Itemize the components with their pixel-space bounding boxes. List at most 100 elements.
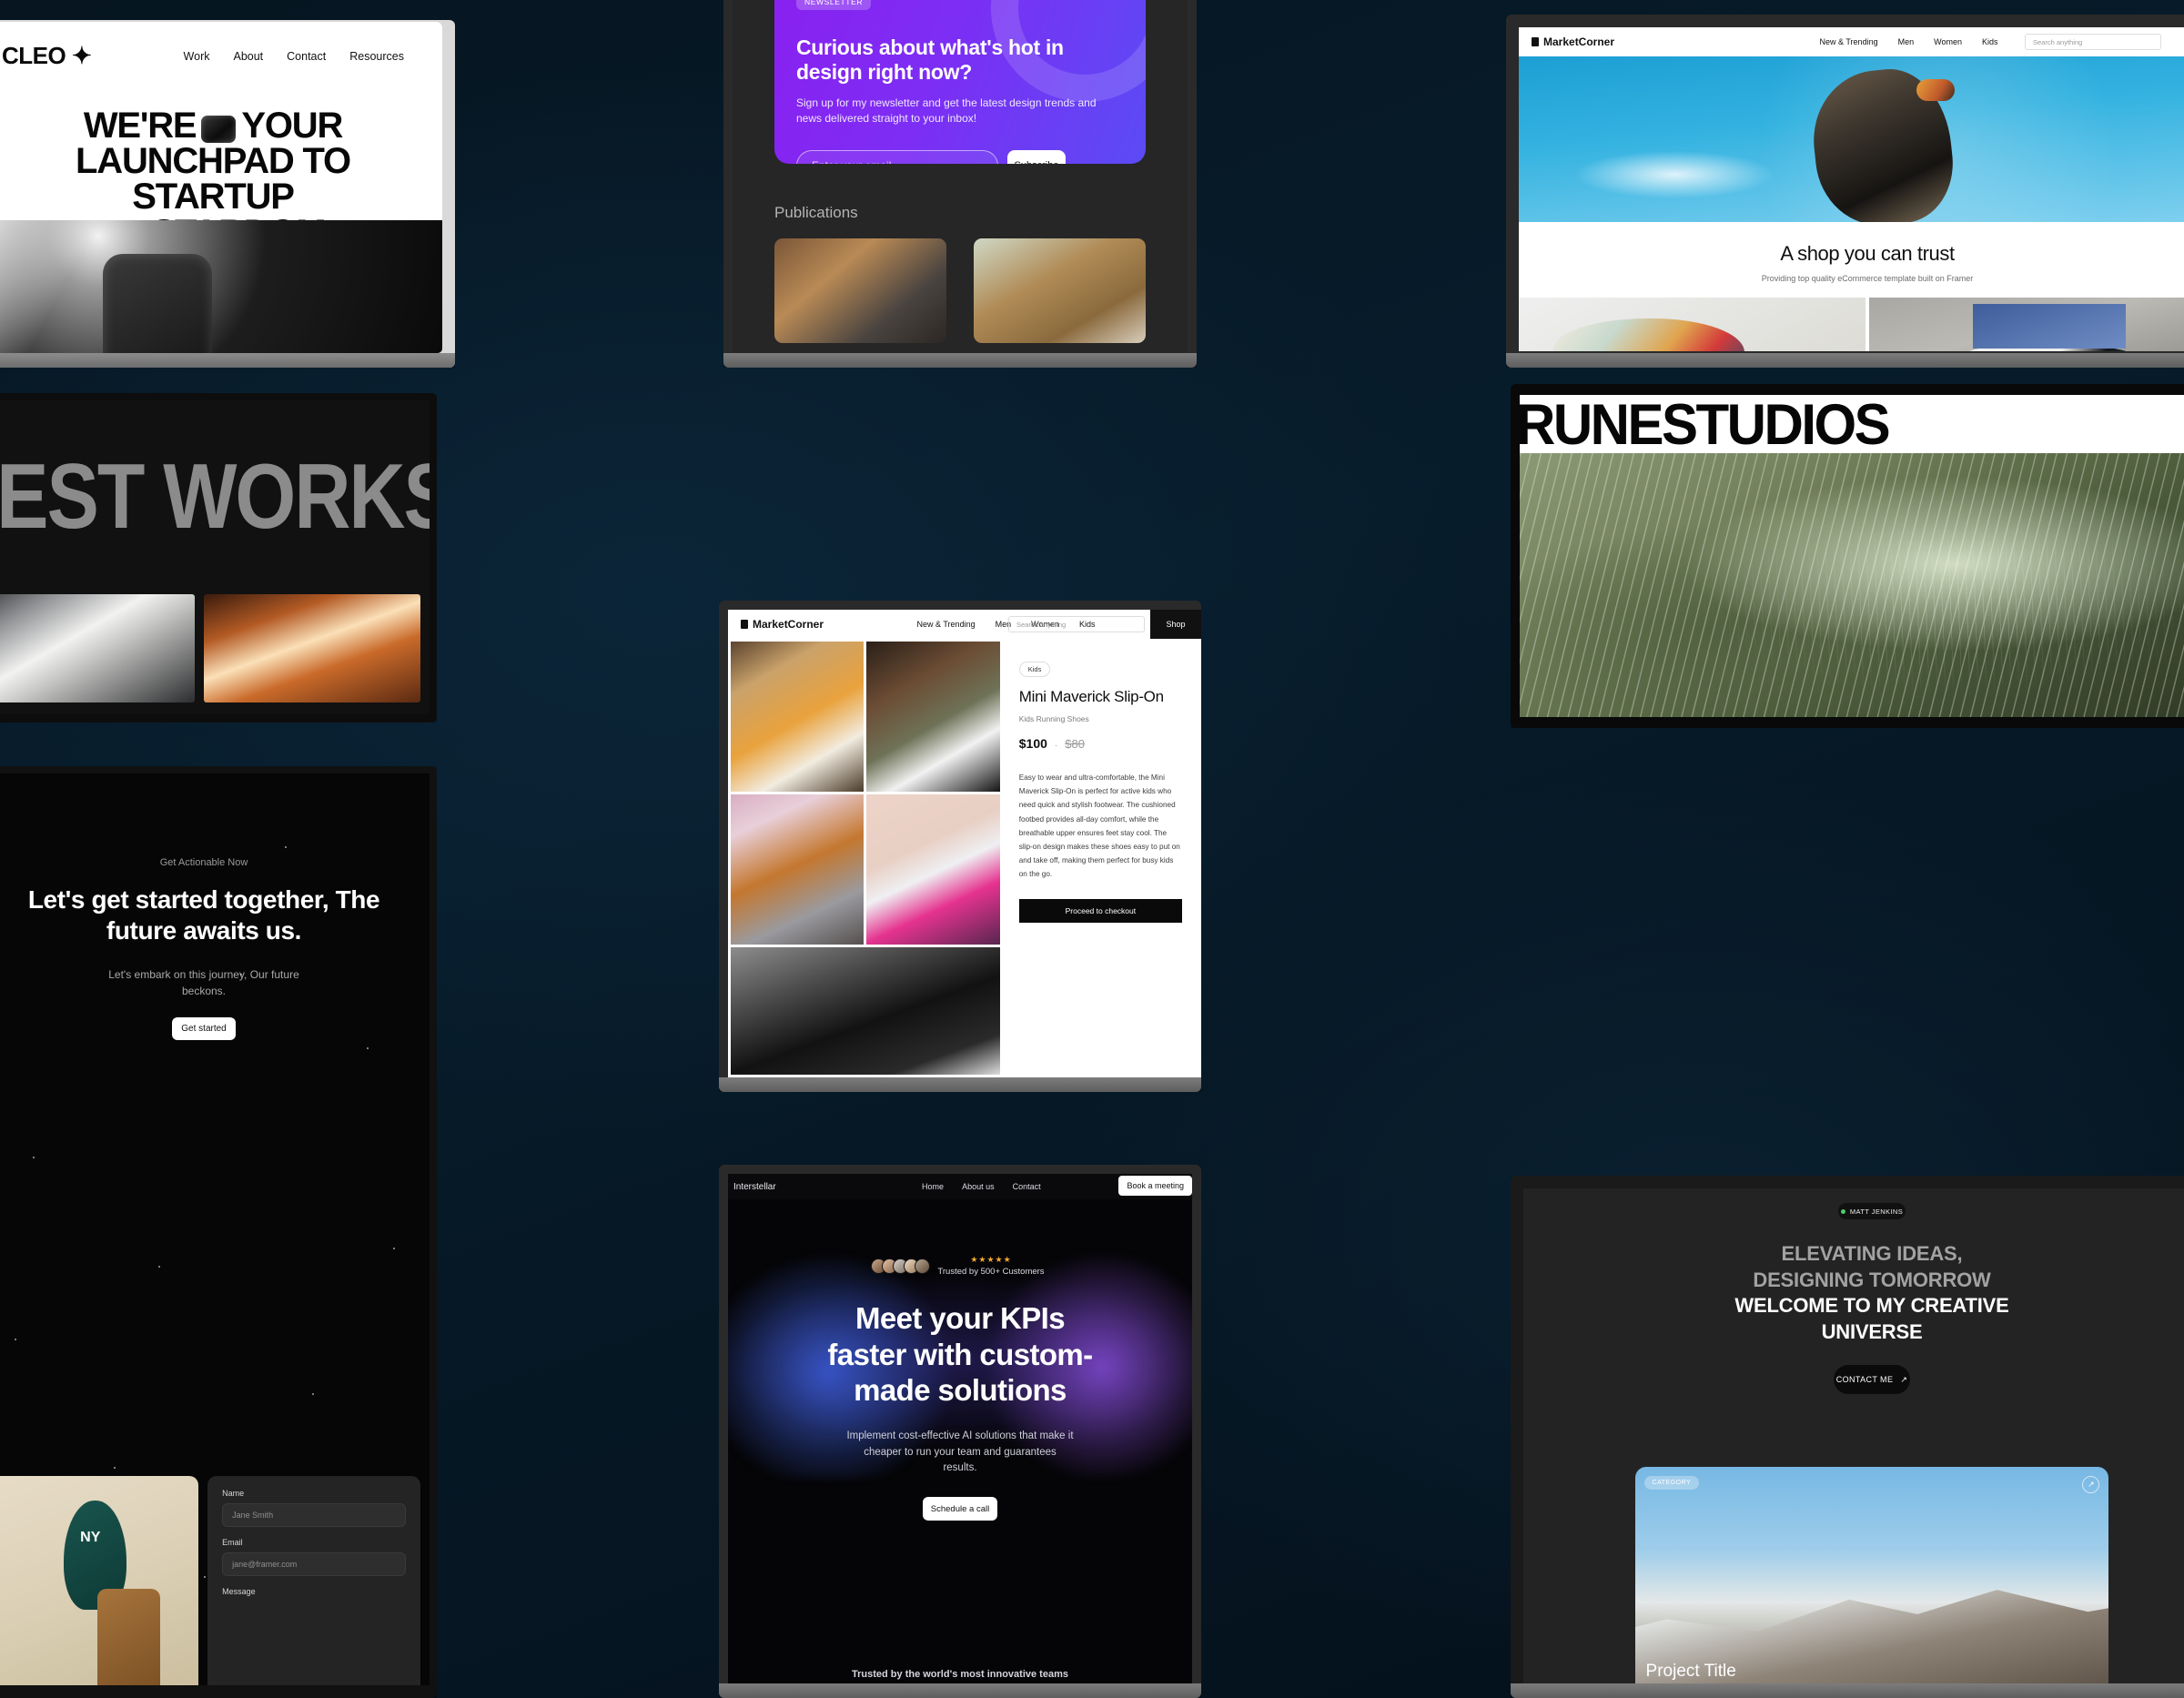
device-frame-product: MarketCorner New & Trending Men Women Ki…	[719, 601, 1201, 1092]
category-image-jordans[interactable]	[1869, 298, 2184, 351]
nav-item-new-trending[interactable]: New & Trending	[917, 620, 976, 629]
device-frame-cleo: CLEO ✦ Work About Contact Resources WE'R…	[0, 20, 455, 368]
goggles-decor	[1916, 79, 1955, 102]
product-image-adidas[interactable]	[731, 946, 1000, 1075]
email-field[interactable]: jane@framer.com	[222, 1551, 406, 1576]
product-badge: Kids	[1018, 662, 1051, 677]
device-frame-get-started: Get Actionable Now Let's get started tog…	[0, 766, 437, 1698]
marketcorner-navbar: MarketCorner New & Trending Men Women Ki…	[728, 610, 1201, 639]
marketcorner-logo-text: MarketCorner	[1543, 35, 1615, 48]
subscribe-button[interactable]: Subscribe	[1007, 150, 1066, 164]
message-label: Message	[222, 1586, 256, 1596]
runestudios-title: RUNESTUDIOS	[1520, 395, 1891, 453]
product-price-old: $80	[1065, 737, 1085, 751]
nav-item-new-trending[interactable]: New & Trending	[1820, 37, 1878, 46]
nav-item-resources[interactable]: Resources	[349, 50, 404, 63]
screen-newsletter: NEWSLETTER Curious about what's hot in d…	[733, 0, 1188, 353]
cleo-hero-image	[0, 220, 442, 353]
nav-item-kids[interactable]: Kids	[1982, 37, 1998, 46]
newsletter-signup-form: Enter your email Subscribe	[796, 150, 1124, 164]
avatar	[915, 1258, 931, 1274]
gallery-image-canyon[interactable]	[204, 594, 420, 702]
card-newsletter[interactable]: NEWSLETTER Curious about what's hot in d…	[723, 0, 1197, 368]
screen-interstellar: Interstellar Home About us Contact Book …	[728, 1174, 1192, 1683]
project-open-icon[interactable]: ↗	[2082, 1475, 2100, 1493]
nav-item-home[interactable]: Home	[922, 1182, 944, 1191]
ny-logo-icon: NY	[80, 1530, 101, 1546]
name-field[interactable]: Jane Smith	[222, 1502, 406, 1527]
screen-get-started: Get Actionable Now Let's get started tog…	[0, 773, 430, 1685]
screen-best-works: BEST WORKS	[0, 400, 430, 713]
product-image-converse-tan[interactable]	[731, 642, 864, 792]
product-image-nike-pink[interactable]	[866, 793, 1000, 945]
contact-me-button[interactable]: CONTACT ME ↗	[1834, 1365, 1910, 1395]
cleo-logo[interactable]: CLEO ✦	[2, 42, 92, 70]
nav-item-contact[interactable]: Contact	[287, 50, 326, 63]
marketcorner-logo[interactable]: MarketCorner	[1532, 35, 1614, 48]
name-badge-label: MATT JENKINS	[1849, 1207, 1904, 1216]
card-interstellar[interactable]: Interstellar Home About us Contact Book …	[719, 1165, 1201, 1698]
nav-item-men[interactable]: Men	[1898, 37, 1915, 46]
publications-list: Design Trends to Watch in 2024 (and Beyo…	[774, 238, 1146, 353]
device-bezel-bottom	[1511, 1683, 2184, 1698]
product-description: Easy to wear and ultra-comfortable, the …	[1018, 773, 1180, 879]
interstellar-hero: ★★★★★ Trusted by 500+ Customers Meet you…	[728, 1199, 1192, 1521]
status-dot-icon	[1840, 1208, 1845, 1214]
category-image-sneakers[interactable]	[1519, 298, 1866, 351]
best-works-title: BEST WORKS	[0, 444, 430, 549]
name-badge: MATT JENKINS	[1838, 1203, 1906, 1219]
cleo-navbar: CLEO ✦ Work About Contact Resources	[0, 22, 442, 76]
card-matt-jenkins[interactable]: MATT JENKINS ELEVATING IDEAS, DESIGNING …	[1511, 1176, 2184, 1698]
nav-item-contact[interactable]: Contact	[1013, 1182, 1041, 1191]
category-image-row	[1519, 298, 2184, 351]
publication-card[interactable]: Design Trends to Watch in 2024 (and Beyo…	[774, 238, 946, 353]
schedule-a-call-button[interactable]: Schedule a call	[923, 1497, 997, 1521]
gallery-image-car[interactable]	[0, 594, 195, 702]
interstellar-nav-links: Home About us Contact	[922, 1182, 1041, 1191]
card-get-started[interactable]: Get Actionable Now Let's get started tog…	[0, 766, 437, 1698]
cleo-logo-text: CLEO	[2, 42, 66, 69]
customer-avatars	[871, 1258, 931, 1274]
publication-card[interactable]: 5 Ways to Overcome Creative Block ↗	[974, 238, 1146, 353]
proceed-to-checkout-button[interactable]: Proceed to checkout	[1018, 899, 1182, 924]
logo-mark-icon	[741, 620, 748, 629]
nav-item-women[interactable]: Women	[1934, 37, 1962, 46]
shop-heading: A shop you can trust	[1780, 242, 1955, 265]
device-bezel-bottom	[719, 1077, 1201, 1092]
device-frame-interstellar: Interstellar Home About us Contact Book …	[719, 1165, 1201, 1698]
project-card[interactable]: CATEGORY ↗ Project Title	[1634, 1466, 2109, 1685]
product-image-converse-orange[interactable]	[731, 793, 864, 945]
cleo-headline-line2: YOUR	[241, 106, 343, 146]
card-marketcorner-product[interactable]: MarketCorner New & Trending Men Women Ki…	[719, 601, 1201, 1092]
card-marketcorner-home[interactable]: MarketCorner New & Trending Men Women Ki…	[1506, 15, 2184, 368]
nav-item-about-us[interactable]: About us	[962, 1182, 995, 1191]
search-input[interactable]: Search anything	[2025, 34, 2161, 50]
social-proof: ★★★★★ Trusted by 500+ Customers	[728, 1256, 1192, 1277]
search-input[interactable]: Search anything	[1008, 616, 1145, 632]
screen-marketcorner-product: MarketCorner New & Trending Men Women Ki…	[728, 610, 1201, 1077]
interstellar-logo[interactable]: Interstellar	[733, 1182, 776, 1192]
product-title: Mini Maverick Slip-On	[1018, 688, 1164, 705]
product-category: Kids Running Shoes	[1018, 714, 1089, 723]
publication-thumbnail	[774, 238, 946, 343]
product-image-newbalance[interactable]	[866, 642, 1000, 792]
newsletter-promo: NEWSLETTER Curious about what's hot in d…	[774, 0, 1146, 164]
cleo-headline-line1: WE'RE	[83, 106, 197, 146]
device-frame-matt-jenkins: MATT JENKINS ELEVATING IDEAS, DESIGNING …	[1511, 1176, 2184, 1698]
marketcorner-logo[interactable]: MarketCorner	[741, 618, 824, 631]
price-separator: ·	[1054, 741, 1058, 751]
interstellar-body: Implement cost-effective AI solutions th…	[846, 1430, 1074, 1474]
card-runestudios[interactable]: RUNESTUDIOS	[1511, 384, 2184, 728]
newsletter-badge: NEWSLETTER	[796, 0, 872, 10]
device-bezel-bottom	[1506, 353, 2184, 368]
nav-item-about[interactable]: About	[233, 50, 263, 63]
book-a-meeting-button[interactable]: Book a meeting	[1118, 1176, 1192, 1196]
email-label: Email	[222, 1537, 243, 1547]
marketcorner-hero-image	[1519, 56, 2184, 222]
interstellar-navbar: Interstellar Home About us Contact Book …	[728, 1174, 1192, 1199]
card-cleo[interactable]: CLEO ✦ Work About Contact Resources WE'R…	[0, 20, 455, 368]
card-best-works[interactable]: BEST WORKS	[0, 393, 437, 723]
shop-button[interactable]: Shop	[1150, 610, 1201, 639]
email-input[interactable]: Enter your email	[796, 150, 998, 164]
nav-item-work[interactable]: Work	[184, 50, 210, 63]
